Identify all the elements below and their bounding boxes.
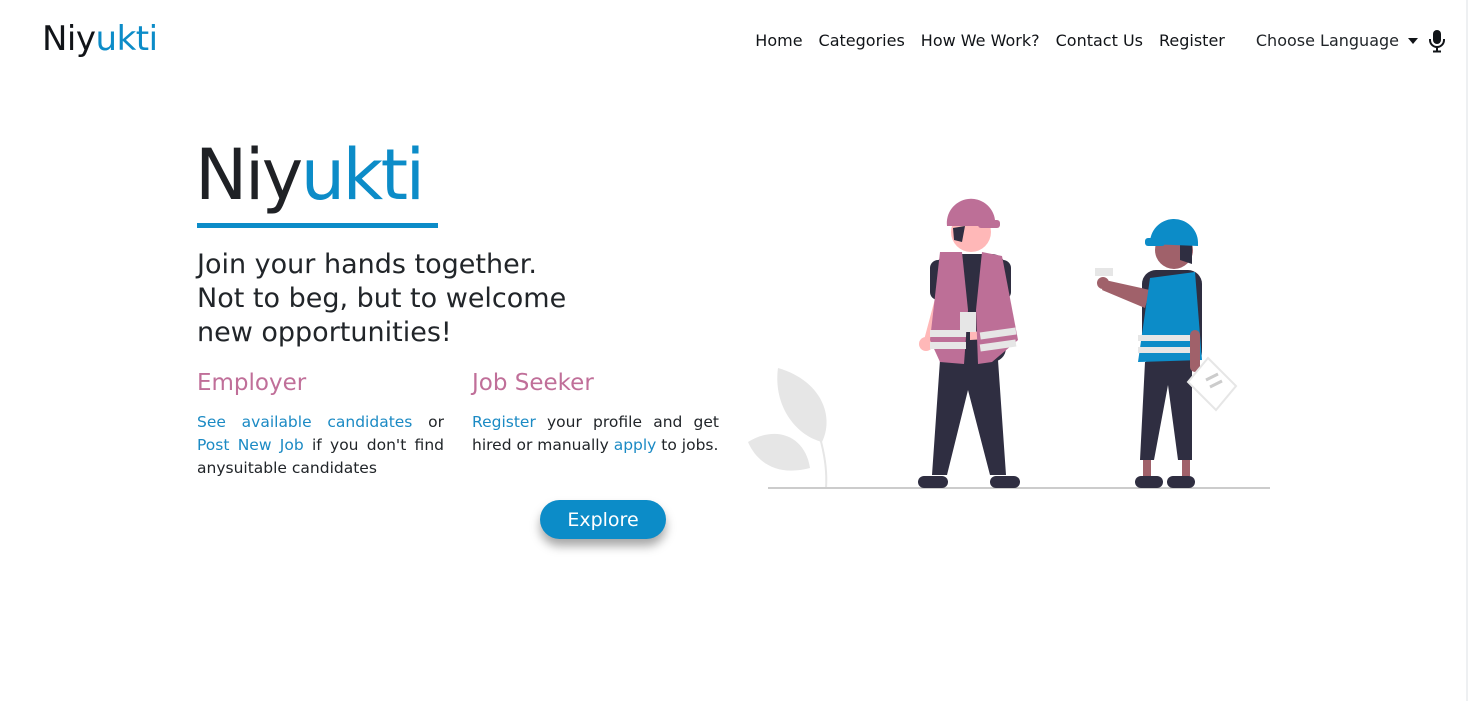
language-dropdown[interactable]: Choose Language (1256, 30, 1418, 52)
microphone-icon[interactable] (1428, 29, 1446, 53)
top-navbar: Niyukti Home Categories How We Work? Con… (0, 0, 1468, 80)
nav-link-how-we-work[interactable]: How We Work? (921, 30, 1040, 52)
workers-illustration (748, 198, 1270, 489)
see-candidates-link[interactable]: See available candidates (197, 413, 412, 431)
employer-heading: Employer (197, 370, 307, 396)
tagline-line: new opportunities! (197, 317, 452, 348)
apply-link[interactable]: apply (614, 436, 657, 454)
language-dropdown-label: Choose Language (1255, 31, 1399, 50)
hero-title-part2: ukti (300, 134, 425, 216)
worker-pink (918, 198, 1020, 488)
post-new-job-link[interactable]: Post New Job (197, 436, 304, 454)
tagline-line: Join your hands together. (197, 249, 537, 280)
hero-title-part1: Niy (195, 134, 303, 216)
nav-link-home[interactable]: Home (755, 30, 802, 52)
nav-menu: Home Categories How We Work? Contact Us … (739, 29, 1446, 53)
employer-text-or: or (412, 413, 444, 431)
employer-description: See available candidates or Post New Job… (197, 411, 444, 480)
brand-logo-part2: ukti (95, 19, 159, 59)
hero-title: Niyukti (195, 134, 425, 216)
caret-down-icon (1408, 38, 1418, 44)
employer-section: Employer See available candidates or Pos… (197, 367, 444, 480)
job-seeker-heading: Job Seeker (472, 370, 594, 396)
tagline-line: Not to beg, but to welcome (197, 283, 567, 314)
explore-button[interactable]: Explore (540, 500, 666, 539)
job-seeker-description: Register your profile and get hired or m… (472, 411, 719, 457)
leaf-decoration (748, 368, 828, 489)
worker-blue (1095, 218, 1238, 488)
brand-logo[interactable]: Niyukti (42, 19, 158, 59)
nav-link-contact-us[interactable]: Contact Us (1056, 30, 1143, 52)
hero-tagline: Join your hands together. Not to beg, bu… (197, 248, 677, 350)
job-seeker-section: Job Seeker Register your profile and get… (472, 367, 719, 457)
brand-logo-part1: Niy (42, 19, 96, 59)
nav-link-register[interactable]: Register (1159, 30, 1225, 52)
seeker-text-suffix: to jobs. (656, 436, 719, 454)
register-profile-link[interactable]: Register (472, 413, 536, 431)
nav-link-categories[interactable]: Categories (819, 30, 905, 52)
hero-title-underline (197, 223, 438, 228)
